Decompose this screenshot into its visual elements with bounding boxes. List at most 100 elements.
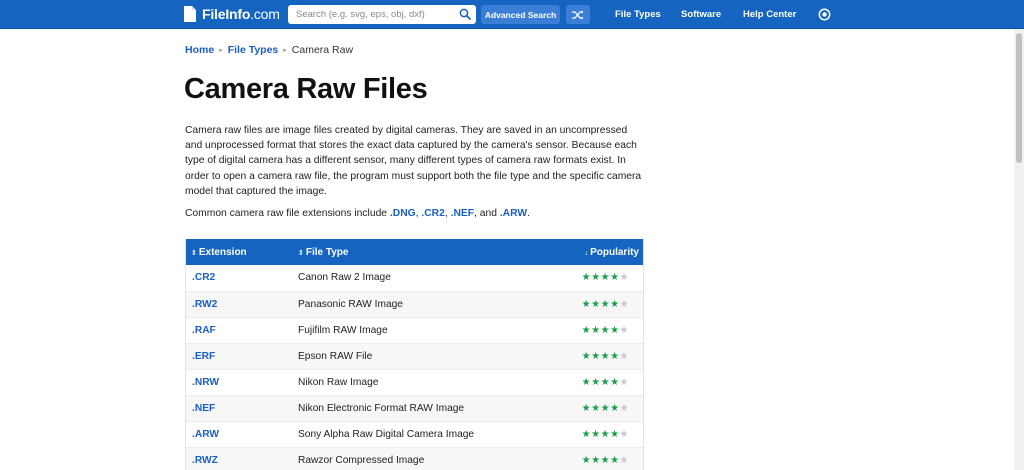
site-logo[interactable]: FileInfo.com: [184, 6, 280, 22]
star-filled-icon: ★: [600, 298, 611, 310]
settings-icon[interactable]: [818, 8, 831, 21]
extension-link[interactable]: .ERF: [192, 351, 215, 362]
star-empty-icon: ★: [619, 350, 629, 362]
nav-software[interactable]: Software: [681, 9, 721, 20]
ext-link-nef[interactable]: .NEF: [451, 208, 474, 219]
table-row[interactable]: .NRW Nikon Raw Image ★★★★★: [186, 369, 643, 395]
cell-popularity: ★★★★★: [555, 421, 643, 447]
table-row[interactable]: .RW2 Panasonic RAW Image ★★★★★: [186, 291, 643, 317]
star-filled-icon: ★: [591, 428, 601, 440]
column-header-popularity[interactable]: ↓ Popularity: [555, 239, 643, 265]
ext-link-arw[interactable]: .ARW: [500, 208, 527, 219]
extension-link[interactable]: .NEF: [192, 403, 215, 414]
star-filled-icon: ★: [581, 350, 592, 362]
top-header: FileInfo.com Advanced Search File Types …: [0, 0, 1024, 29]
star-filled-icon: ★: [600, 350, 611, 362]
star-filled-icon: ★: [581, 454, 592, 466]
extension-link[interactable]: .RAF: [192, 325, 216, 336]
advanced-search-button[interactable]: Advanced Search: [481, 5, 560, 24]
search-icon[interactable]: [459, 8, 471, 20]
random-button[interactable]: [566, 5, 590, 24]
star-filled-icon: ★: [610, 402, 620, 414]
sort-down-icon: ↓: [584, 249, 589, 257]
extension-link[interactable]: .NRW: [192, 377, 219, 388]
cell-extension: .NEF: [186, 395, 293, 421]
ext-link-dng[interactable]: .DNG: [390, 208, 416, 219]
star-filled-icon: ★: [581, 324, 592, 336]
scrollbar-thumb[interactable]: [1016, 33, 1022, 163]
breadcrumb-file-types[interactable]: File Types: [228, 44, 279, 56]
breadcrumb: Home ▸ File Types ▸ Camera Raw: [185, 44, 353, 56]
column-header-label: Extension: [198, 246, 247, 258]
sort-icon: ⇕: [191, 249, 197, 257]
star-filled-icon: ★: [591, 454, 601, 466]
nav-help-center[interactable]: Help Center: [743, 9, 796, 20]
star-empty-icon: ★: [619, 376, 629, 388]
star-filled-icon: ★: [591, 324, 601, 336]
cell-popularity: ★★★★★: [555, 317, 643, 343]
cell-popularity: ★★★★★: [555, 291, 643, 317]
cell-popularity: ★★★★★: [555, 265, 643, 291]
extension-link[interactable]: .RWZ: [192, 455, 218, 466]
cell-popularity: ★★★★★: [555, 447, 643, 470]
shuffle-icon: [572, 10, 584, 19]
cell-file-type: Sony Alpha Raw Digital Camera Image: [298, 428, 475, 440]
breadcrumb-current: Camera Raw: [291, 44, 354, 56]
star-filled-icon: ★: [581, 402, 592, 414]
column-header-label: File Type: [305, 246, 349, 258]
logo-domain: .com: [250, 6, 280, 22]
table-row[interactable]: .ARW Sony Alpha Raw Digital Camera Image ★…: [186, 421, 643, 447]
extension-link[interactable]: .CR2: [192, 272, 215, 283]
star-filled-icon: ★: [610, 272, 620, 284]
star-filled-icon: ★: [610, 376, 620, 388]
logo-text: FileInfo.com: [202, 6, 280, 22]
breadcrumb-separator-icon: ▸: [283, 47, 287, 54]
column-header-extension[interactable]: ⇕ Extension: [186, 239, 293, 265]
nav-file-types[interactable]: File Types: [615, 9, 661, 20]
cell-popularity: ★★★★★: [555, 343, 643, 369]
star-filled-icon: ★: [581, 428, 592, 440]
star-filled-icon: ★: [610, 454, 620, 466]
search-box: [288, 5, 476, 24]
common-extensions-text: Common camera raw file extensions includ…: [185, 208, 530, 219]
cell-extension: .RWZ: [186, 447, 293, 470]
cell-popularity: ★★★★★: [555, 369, 643, 395]
table-row[interactable]: .NEF Nikon Electronic Format RAW Image ★★★…: [186, 395, 643, 421]
star-filled-icon: ★: [591, 402, 601, 414]
star-filled-icon: ★: [600, 324, 611, 336]
ext-link-cr2[interactable]: .CR2: [421, 208, 444, 219]
cell-file-type: Rawzor Compressed Image: [298, 454, 425, 466]
file-icon: [184, 6, 196, 22]
page-scrollbar[interactable]: [1014, 29, 1024, 470]
star-filled-icon: ★: [581, 298, 592, 310]
extension-link[interactable]: .RW2: [192, 299, 217, 310]
logo-name: FileInfo: [202, 6, 251, 22]
star-filled-icon: ★: [600, 428, 611, 440]
star-filled-icon: ★: [591, 272, 601, 284]
star-empty-icon: ★: [619, 428, 629, 440]
column-header-file-type[interactable]: ⇕ File Type: [293, 239, 555, 265]
star-filled-icon: ★: [610, 298, 620, 310]
star-filled-icon: ★: [591, 298, 601, 310]
table-row[interactable]: .RAF Fujifilm RAW Image ★★★★★: [186, 317, 643, 343]
table-row[interactable]: .RWZ Rawzor Compressed Image ★★★★★: [186, 447, 643, 470]
cell-file-type: Fujifilm RAW Image: [298, 324, 388, 336]
star-filled-icon: ★: [581, 272, 592, 284]
extension-link[interactable]: .ARW: [192, 429, 219, 440]
cell-extension: .NRW: [186, 369, 293, 395]
star-filled-icon: ★: [610, 350, 620, 362]
search-input[interactable]: [288, 9, 456, 20]
sort-icon: ⇕: [298, 249, 304, 257]
star-filled-icon: ★: [600, 454, 611, 466]
column-header-label: Popularity: [590, 246, 639, 258]
page-title: Camera Raw Files: [184, 73, 428, 105]
breadcrumb-separator-icon: ▸: [219, 47, 223, 54]
common-prefix: Common camera raw file extensions includ…: [185, 208, 390, 219]
breadcrumb-home[interactable]: Home: [185, 44, 214, 56]
table-row[interactable]: .CR2 Canon Raw 2 Image ★★★★★: [186, 265, 643, 291]
star-empty-icon: ★: [619, 272, 629, 284]
table-row[interactable]: .ERF Epson RAW File ★★★★★: [186, 343, 643, 369]
common-suffix: .: [527, 208, 530, 219]
star-filled-icon: ★: [591, 350, 601, 362]
file-types-table: ⇕ Extension ⇕ File Type ↓ Popularity .CR2 Ca…: [186, 239, 643, 470]
